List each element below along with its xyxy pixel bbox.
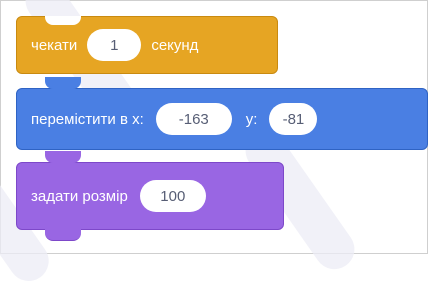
- size-input[interactable]: 100: [139, 180, 206, 212]
- block-notch: [45, 16, 81, 25]
- move-label: перемістити в x:: [31, 110, 144, 128]
- wait-label: чекати: [31, 36, 78, 54]
- seconds-label: секунд: [151, 36, 199, 54]
- set-size-label: задати розмір: [31, 187, 128, 205]
- block-connector: [45, 77, 81, 89]
- block-bottom-connector: [45, 228, 81, 241]
- wait-seconds-input[interactable]: 1: [87, 29, 142, 61]
- set-size-block[interactable]: задати розмір 100: [16, 151, 284, 241]
- y-input[interactable]: -81: [269, 103, 318, 135]
- y-label: y:: [245, 110, 258, 128]
- block-connector: [45, 151, 81, 163]
- go-to-xy-block[interactable]: перемістити в x: -163 y: -81: [16, 77, 428, 150]
- wait-seconds-block[interactable]: чекати 1 секунд: [16, 16, 278, 74]
- x-input[interactable]: -163: [155, 103, 232, 135]
